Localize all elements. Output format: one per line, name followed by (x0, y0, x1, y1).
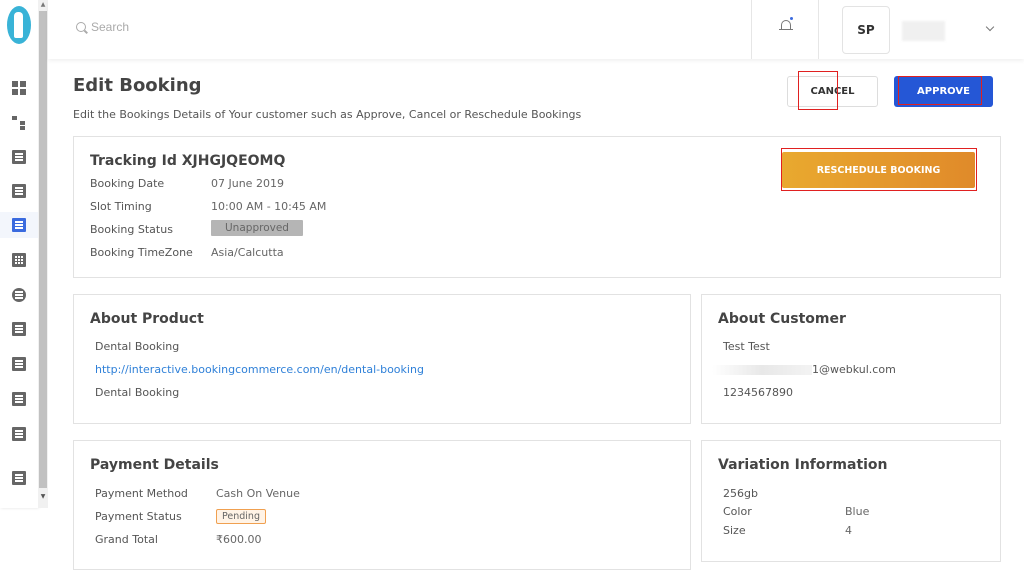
status-badge: Unapproved (211, 220, 303, 236)
sidebar-item-customers[interactable] (0, 282, 38, 308)
divider (818, 0, 819, 59)
top-bar: SP (48, 0, 1024, 59)
page-title: Edit Booking (73, 75, 202, 96)
product-description: Dental Booking (95, 386, 180, 399)
puzzle-icon (12, 392, 26, 406)
sidebar-item-settings[interactable] (0, 421, 38, 447)
star-icon (12, 322, 26, 336)
customer-email: 1@webkul.com (712, 363, 896, 376)
sidebar-item-hierarchy[interactable] (0, 109, 38, 135)
variation-info-card: Variation Information 256gb Color Blue S… (701, 440, 1001, 562)
user-name-redacted (902, 21, 945, 41)
page-subtitle: Edit the Bookings Details of Your custom… (73, 108, 582, 121)
search-input[interactable] (91, 20, 291, 34)
pending-badge: Pending (216, 509, 266, 524)
sidebar-item-calendar[interactable] (0, 144, 38, 170)
email-redacted (712, 365, 812, 375)
cancel-button[interactable]: CANCEL (787, 76, 878, 107)
sidebar-item-reviews[interactable] (0, 316, 38, 342)
sidebar-item-dashboard[interactable] (0, 75, 38, 101)
scroll-thumb[interactable] (39, 11, 47, 488)
divider (751, 0, 752, 59)
product-name: Dental Booking (95, 340, 180, 353)
sidebar (0, 0, 38, 508)
notification-bell-icon[interactable] (779, 16, 794, 32)
payment-details-card: Payment Details Payment Method Cash On V… (73, 440, 691, 570)
chevron-down-icon[interactable] (985, 22, 995, 32)
about-customer-heading: About Customer (718, 311, 846, 327)
notification-dot (789, 16, 794, 21)
product-link[interactable]: http://interactive.bookingcommerce.com/e… (95, 363, 424, 376)
avatar[interactable]: SP (842, 6, 890, 54)
bookings-icon (12, 218, 26, 232)
customer-name: Test Test (723, 340, 770, 353)
user-icon (12, 288, 26, 302)
download-icon (12, 471, 26, 485)
variation-header: 256gb (723, 487, 758, 500)
group-icon (12, 357, 26, 371)
grid-icon (12, 253, 26, 267)
sidebar-item-plugins[interactable] (0, 386, 38, 412)
sidebar-item-list[interactable] (0, 178, 38, 204)
about-customer-card: About Customer Test Test 1@webkul.com 12… (701, 294, 1001, 424)
variation-info-heading: Variation Information (718, 457, 888, 473)
about-product-card: About Product Dental Booking http://inte… (73, 294, 691, 424)
reschedule-booking-button[interactable]: RESCHEDULE BOOKING (782, 152, 975, 188)
payment-details-heading: Payment Details (90, 457, 219, 473)
scroll-up-arrow-icon[interactable]: ▲ (39, 2, 47, 8)
search-icon (76, 22, 86, 32)
customer-phone: 1234567890 (723, 386, 793, 399)
approve-button[interactable]: APPROVE (894, 76, 993, 107)
hierarchy-icon (12, 115, 26, 129)
sidebar-scrollbar[interactable]: ▲ ▼ (38, 0, 48, 508)
sidebar-item-grid[interactable] (0, 247, 38, 273)
gear-icon (12, 427, 26, 441)
sidebar-item-import[interactable] (0, 465, 38, 491)
dental-logo-icon[interactable] (7, 6, 31, 44)
sidebar-item-bookings[interactable] (0, 212, 38, 238)
calendar-icon (12, 150, 26, 164)
list-icon (12, 184, 26, 198)
dashboard-icon (12, 81, 26, 95)
search-box[interactable] (76, 20, 291, 34)
scroll-down-arrow-icon[interactable]: ▼ (39, 494, 47, 500)
sidebar-item-groups[interactable] (0, 351, 38, 377)
about-product-heading: About Product (90, 311, 204, 327)
tracking-id-heading: Tracking Id XJHGJQEOMQ (90, 153, 286, 169)
